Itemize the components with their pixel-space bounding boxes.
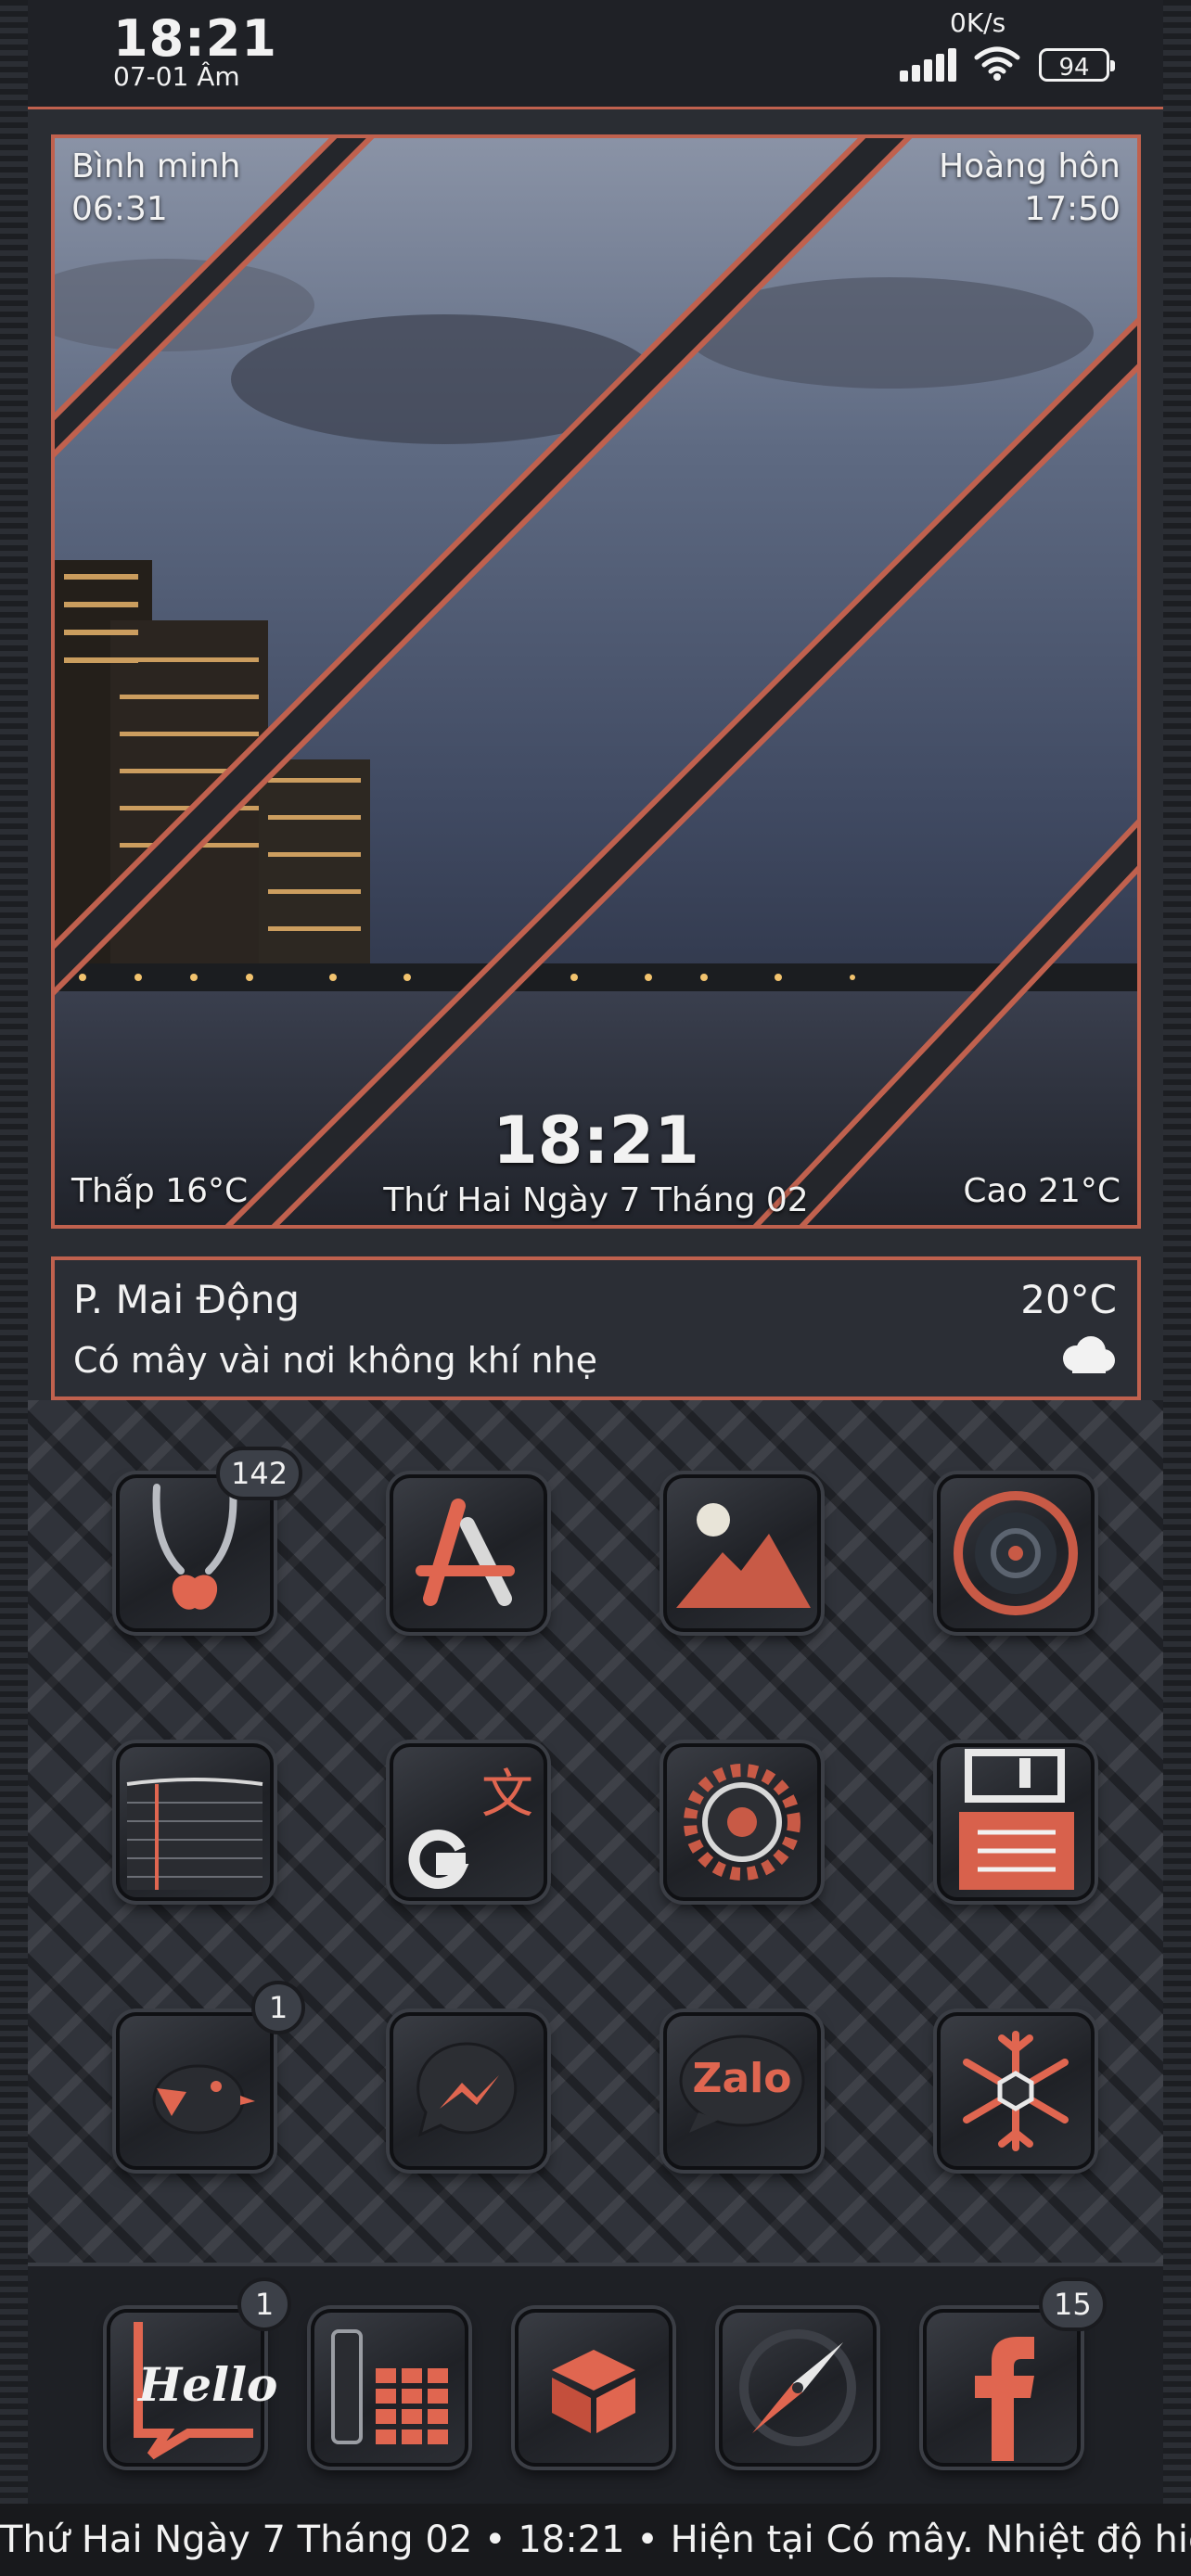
safari-app[interactable] — [719, 2309, 877, 2467]
weather-location: P. Mai Động — [73, 1277, 301, 1322]
zalo-app[interactable]: Zalo — [663, 2012, 821, 2170]
sunrise-label: Bình minh — [71, 147, 241, 185]
shopping-bag-icon — [152, 1484, 237, 1610]
notification-badge: 15 — [1039, 2277, 1107, 2331]
package-icon — [552, 2350, 635, 2433]
notification-badge: 1 — [237, 2277, 291, 2331]
weather-widget[interactable]: P. Mai Động Có mây vài nơi không khí nhẹ… — [51, 1256, 1141, 1400]
widget-clock: 18:21 — [493, 1103, 699, 1179]
snowflake-app[interactable] — [937, 2012, 1095, 2170]
photos-app[interactable] — [663, 1474, 821, 1632]
network-speed: 0K/s — [950, 7, 1006, 38]
files-app[interactable] — [937, 1743, 1095, 1901]
weather-temperature: 20°C — [1020, 1277, 1117, 1322]
facebook-app[interactable] — [923, 2309, 1081, 2467]
notes-icon — [126, 1778, 263, 1890]
signal-icon — [900, 46, 957, 87]
notification-badge: 1 — [251, 1981, 305, 2034]
city-night-photo — [55, 138, 1137, 1225]
facebook-icon — [975, 2337, 1034, 2461]
left-frame-rail — [0, 0, 28, 2576]
gear-icon — [684, 1764, 800, 1881]
sunset-time: 17:50 — [1024, 190, 1121, 228]
compass-icon — [739, 2329, 856, 2446]
bird-icon — [152, 2064, 255, 2135]
battery-indicator: 94 — [1039, 48, 1115, 82]
cloud-icon — [1057, 1334, 1117, 1379]
notification-badge: 142 — [216, 1447, 303, 1500]
floppy-disk-icon — [959, 1749, 1074, 1890]
widget-date: Thứ Hai Ngày 7 Tháng 02 — [383, 1181, 809, 1219]
camera-app[interactable] — [937, 1474, 1095, 1632]
right-frame-rail — [1163, 0, 1191, 2576]
snowflake-icon — [963, 2031, 1069, 2151]
status-clock: 18:21 — [113, 9, 277, 68]
messenger-app[interactable] — [390, 2012, 547, 2170]
svg-text:文: 文 — [481, 1765, 533, 1825]
phone-keypad-icon — [331, 2329, 448, 2444]
app-store-app[interactable] — [390, 1474, 547, 1632]
app-store-icon — [416, 1498, 515, 1606]
translate-icon: 文 — [408, 1765, 533, 1889]
sunset-label: Hoàng hôn — [939, 147, 1121, 185]
settings-app[interactable] — [663, 1743, 821, 1901]
sunrise-time: 06:31 — [71, 190, 168, 228]
phone-app[interactable] — [311, 2309, 468, 2467]
wifi-icon — [974, 45, 1020, 85]
weather-description: Có mây vài nơi không khí nhẹ — [73, 1340, 598, 1381]
zalo-label: Zalo — [692, 2055, 792, 2102]
google-translate-app[interactable]: 文 — [390, 1743, 547, 1901]
scrolling-info-ticker: Thứ Hai Ngày 7 Tháng 02 • 18:21 • Hiện t… — [0, 2504, 1191, 2576]
messages-app[interactable]: Hello — [107, 2309, 277, 2467]
status-lunar-date: 07-01 Âm — [113, 61, 240, 92]
mountain-photo-icon — [676, 1503, 811, 1608]
messenger-icon — [416, 2042, 518, 2137]
notes-app[interactable] — [116, 1743, 274, 1901]
cydia-app[interactable] — [515, 2309, 672, 2467]
camera-lens-icon — [954, 1491, 1078, 1615]
twitter-bird-app[interactable] — [116, 2012, 274, 2170]
photo-clock-widget[interactable]: Bình minh 06:31 Hoàng hôn 17:50 Thấp 16°… — [51, 134, 1141, 1229]
hello-label: Hello — [138, 2357, 278, 2412]
